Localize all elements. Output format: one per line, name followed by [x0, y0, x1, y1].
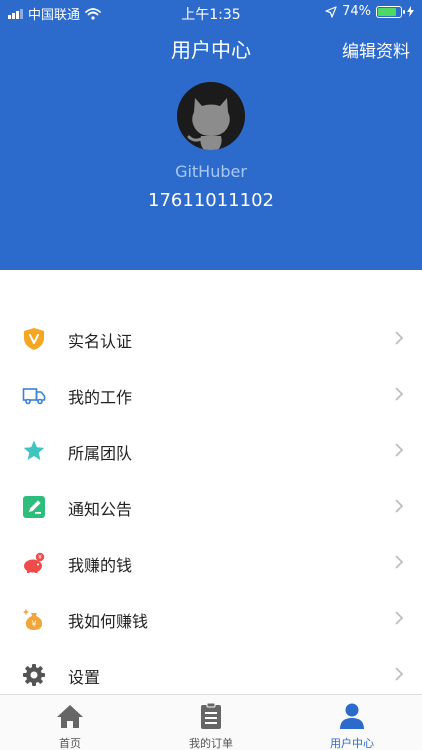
- menu-item-my-work[interactable]: 我的工作: [0, 366, 422, 422]
- chevron-right-icon: [395, 331, 404, 345]
- menu-item-label: 我的工作: [68, 388, 133, 407]
- charging-bolt-icon: [407, 6, 414, 17]
- clipboard-icon: [201, 702, 221, 729]
- menu-item-verification[interactable]: 实名认证: [0, 310, 422, 366]
- menu-item-label: 通知公告: [68, 500, 133, 519]
- tab-bar: 首页 我的订单 用户中心: [0, 694, 422, 750]
- username: GitHuber: [175, 162, 247, 181]
- chevron-right-icon: [395, 667, 404, 681]
- gear-icon: [23, 664, 45, 686]
- tab-label: 用户中心: [330, 737, 374, 750]
- tab-my-orders[interactable]: 我的订单: [141, 695, 281, 750]
- battery-percent: 74%: [342, 4, 371, 19]
- settings-menu: 实名认证 我的工作 所属团队 通知公告 ¥ 我赚的钱 ¥ 我如何赚钱 设置: [0, 310, 422, 702]
- github-octocat-icon: [177, 82, 245, 150]
- tab-home[interactable]: 首页: [0, 695, 140, 750]
- menu-item-how-to-earn[interactable]: ¥ 我如何赚钱: [0, 590, 422, 646]
- chevron-right-icon: [395, 499, 404, 513]
- menu-item-label: 所属团队: [68, 444, 133, 463]
- truck-icon: [22, 388, 46, 405]
- verified-shield-icon: [24, 328, 44, 350]
- menu-item-team[interactable]: 所属团队: [0, 422, 422, 478]
- notice-pen-icon: [23, 496, 45, 518]
- piggy-bank-icon: ¥: [24, 552, 45, 573]
- avatar[interactable]: [177, 82, 245, 150]
- chevron-right-icon: [395, 611, 404, 625]
- svg-text:¥: ¥: [38, 554, 42, 561]
- menu-item-label: 我赚的钱: [68, 556, 133, 575]
- menu-item-label: 实名认证: [68, 332, 133, 351]
- menu-item-label: 设置: [68, 668, 101, 687]
- svg-text:¥: ¥: [31, 620, 36, 629]
- chevron-right-icon: [395, 387, 404, 401]
- menu-item-my-earnings[interactable]: ¥ 我赚的钱: [0, 534, 422, 590]
- menu-item-notices[interactable]: 通知公告: [0, 478, 422, 534]
- phone-number: 17611011102: [148, 190, 274, 211]
- chevron-right-icon: [395, 443, 404, 457]
- tab-label: 首页: [59, 737, 81, 750]
- money-bag-icon: ¥: [23, 609, 43, 630]
- profile-header: 中国联通 上午1:35 74% 用户中心 编辑资料 GitHuber 17611…: [0, 0, 422, 270]
- tab-label: 我的订单: [189, 737, 233, 750]
- home-icon: [57, 705, 83, 728]
- tab-user-center[interactable]: 用户中心: [282, 695, 422, 750]
- location-arrow-icon: [325, 5, 337, 18]
- status-bar: 中国联通 上午1:35 74%: [0, 0, 422, 24]
- battery-icon: [376, 5, 405, 18]
- menu-item-label: 我如何赚钱: [68, 612, 149, 631]
- star-icon: [23, 440, 45, 460]
- edit-profile-button[interactable]: 编辑资料: [342, 37, 410, 62]
- user-icon: [340, 703, 364, 729]
- chevron-right-icon: [395, 555, 404, 569]
